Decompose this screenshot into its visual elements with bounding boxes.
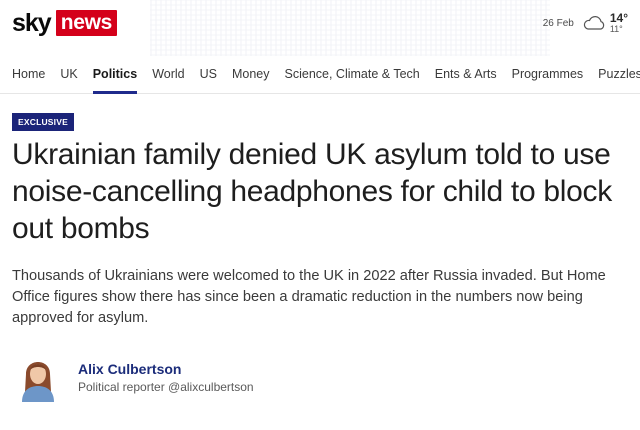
exclusive-badge: EXCLUSIVE: [12, 113, 74, 131]
temperature: 14° 11°: [610, 12, 628, 34]
nav-item-science-climate-tech[interactable]: Science, Climate & Tech: [285, 56, 420, 94]
nav-item-ents-arts[interactable]: Ents & Arts: [435, 56, 497, 94]
temp-high: 14°: [609, 11, 628, 25]
author-avatar[interactable]: [18, 352, 58, 402]
nav-item-money[interactable]: Money: [232, 56, 270, 94]
nav-item-home[interactable]: Home: [12, 56, 45, 94]
main-nav: Home UK Politics World US Money Science,…: [0, 56, 640, 94]
nav-item-us[interactable]: US: [200, 56, 217, 94]
weather-date: 26 Feb: [542, 17, 574, 29]
author-byline: Alix Culbertson Political reporter @alix…: [18, 352, 254, 402]
article-standfirst: Thousands of Ukrainians were welcomed to…: [12, 268, 606, 326]
cloud-icon: [583, 16, 605, 30]
nav-item-politics[interactable]: Politics: [92, 56, 138, 94]
logo-news-text: news: [55, 10, 118, 36]
author-name[interactable]: Alix Culbertson: [78, 360, 254, 378]
author-info: Alix Culbertson Political reporter @alix…: [78, 352, 254, 396]
sky-news-logo[interactable]: sky news: [12, 8, 118, 37]
weather-widget[interactable]: 26 Feb 14° 11°: [543, 12, 628, 34]
logo-sky-text: sky: [12, 8, 52, 37]
nav-item-puzzles[interactable]: Puzzles: [598, 56, 640, 94]
nav-item-uk[interactable]: UK: [60, 56, 77, 94]
nav-item-programmes[interactable]: Programmes: [512, 56, 584, 94]
nav-item-world[interactable]: World: [152, 56, 184, 94]
header-background-pattern: [150, 0, 550, 56]
article-headline: Ukrainian family denied UK asylum told t…: [12, 138, 612, 245]
site-header: sky news 26 Feb 14° 11°: [0, 0, 640, 56]
temp-low: 11°: [609, 24, 623, 34]
author-role: Political reporter @alixculbertson: [78, 380, 254, 394]
